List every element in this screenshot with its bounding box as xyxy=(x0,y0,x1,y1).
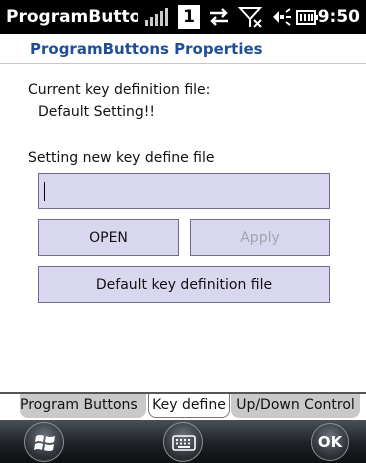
text-caret xyxy=(44,182,45,201)
tab-program-buttons[interactable]: Program Buttons xyxy=(20,394,146,418)
windows-start-button[interactable] xyxy=(24,422,64,462)
ok-button[interactable]: OK xyxy=(311,423,349,461)
keyboard-button[interactable] xyxy=(163,422,203,462)
key-file-input[interactable] xyxy=(38,173,330,209)
badge-number: 1 xyxy=(178,5,200,29)
current-file-value: Default Setting!! xyxy=(38,104,155,120)
properties-header: ProgramButtons Properties xyxy=(0,34,366,64)
tab-key-define[interactable]: Key define xyxy=(148,394,230,418)
tab-up-down-control[interactable]: Up/Down Control xyxy=(231,394,360,418)
wifi-disabled-icon xyxy=(238,7,263,28)
current-file-label: Current key definition file: xyxy=(28,82,211,98)
page-title: ProgramButtons Properties xyxy=(30,40,263,58)
default-key-file-button[interactable]: Default key definition file xyxy=(38,266,330,303)
new-file-label: Setting new key define file xyxy=(28,150,215,166)
keyboard-icon xyxy=(172,435,196,451)
signal-bars-icon xyxy=(144,5,172,29)
app-title: ProgramButtons xyxy=(6,7,138,27)
battery-icon xyxy=(296,10,318,25)
sync-icon xyxy=(210,8,228,26)
softkey-bar: OK xyxy=(0,420,366,463)
apply-button[interactable]: Apply xyxy=(190,219,330,256)
windows-start-icon xyxy=(34,435,55,451)
status-bar: ProgramButtons 1 9:50 xyxy=(0,0,366,34)
open-button[interactable]: OPEN xyxy=(38,219,179,256)
volume-icon xyxy=(273,8,291,26)
clock: 9:50 xyxy=(317,7,360,27)
tab-bar: Program Buttons Key define Up/Down Contr… xyxy=(0,392,366,420)
